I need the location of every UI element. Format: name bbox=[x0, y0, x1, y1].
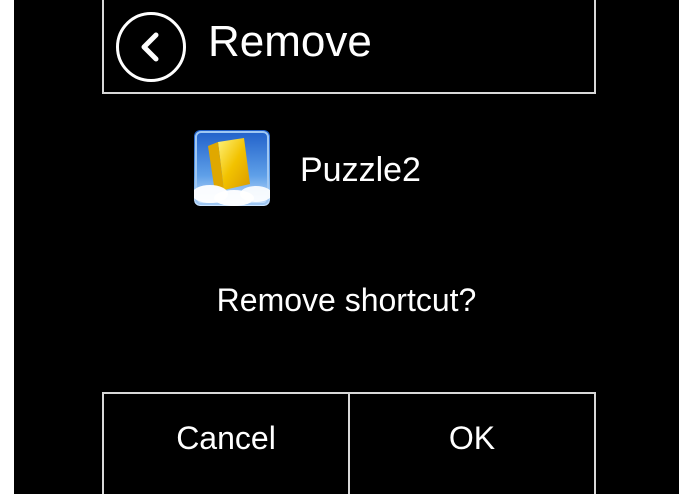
cancel-button[interactable]: Cancel bbox=[104, 394, 348, 494]
back-button[interactable] bbox=[116, 12, 186, 82]
remove-shortcut-dialog: Remove Puzzle2 Remove shortcut? Cancel O… bbox=[14, 0, 679, 494]
dialog-actions: Cancel OK bbox=[102, 392, 596, 494]
header-bar: Remove bbox=[102, 0, 596, 94]
puzzle-app-icon bbox=[194, 130, 270, 206]
app-name: Puzzle2 bbox=[300, 151, 421, 189]
chevron-left-icon bbox=[141, 32, 159, 62]
page-title: Remove bbox=[208, 17, 372, 66]
ok-button[interactable]: OK bbox=[348, 394, 594, 494]
confirmation-message: Remove shortcut? bbox=[216, 282, 477, 318]
